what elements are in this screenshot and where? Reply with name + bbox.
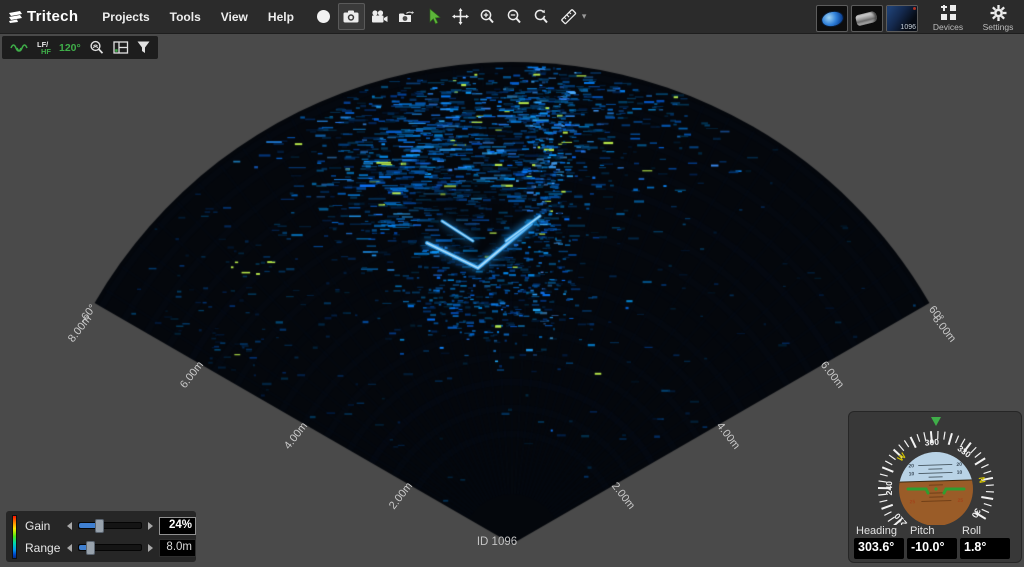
device-badge: 1096 [900, 24, 916, 31]
record-icon [317, 10, 330, 23]
sonar-id-label: ID 1096 [447, 536, 547, 548]
media-library-button[interactable] [394, 4, 419, 29]
settings-button[interactable]: Settings [978, 5, 1018, 32]
main-menu: Projects Tools View Help [92, 10, 304, 24]
snapshot-button[interactable] [338, 3, 365, 30]
tritech-logo-icon [8, 10, 23, 23]
measure-dropdown-caret[interactable]: ▾ [582, 11, 587, 22]
display-controls-panel: Gain 24% Range 8.0m [6, 511, 196, 562]
svg-text:10: 10 [909, 471, 915, 477]
app-title: Tritech [27, 8, 78, 25]
frequency-waveform-icon[interactable] [10, 41, 29, 55]
gear-icon [990, 5, 1007, 21]
devices-grid-icon [940, 5, 957, 21]
menu-tools[interactable]: Tools [160, 10, 211, 24]
zoom-in-button[interactable] [475, 4, 500, 29]
device-thumbnails: 1096 [816, 5, 918, 32]
acoustic-zoom-icon[interactable] [89, 40, 105, 55]
gain-slider[interactable] [78, 522, 142, 529]
range-increase-arrow[interactable] [148, 544, 153, 552]
attitude-indicator: 202010102525 210240W300330N30 [849, 413, 1021, 525]
range-label: Range [25, 541, 67, 555]
gain-row: Gain 24% [25, 516, 196, 535]
gain-slider-handle[interactable] [95, 519, 104, 533]
app-logo: Tritech [8, 8, 78, 25]
svg-text:25: 25 [910, 499, 916, 505]
frequency-toggle[interactable]: LF/ HF [37, 41, 51, 55]
video-camera-icon [371, 10, 388, 23]
measure-tool-button[interactable] [556, 4, 581, 29]
colormap-bar[interactable] [12, 515, 17, 559]
svg-text:330: 330 [956, 443, 974, 460]
layout-grid-icon[interactable] [113, 41, 129, 54]
svg-text:300: 300 [924, 437, 939, 448]
transducer-icon [855, 10, 878, 26]
zoom-reset-icon [533, 9, 549, 25]
video-record-button[interactable] [367, 4, 392, 29]
svg-text:20: 20 [908, 463, 914, 469]
pitch-label: Pitch [910, 525, 934, 537]
svg-text:30: 30 [969, 507, 983, 520]
cursor-icon [426, 8, 441, 25]
media-folder-icon [398, 10, 415, 23]
application-window: Tritech Projects Tools View Help [0, 0, 1024, 567]
toolbar: ▾ [310, 3, 589, 30]
zoom-reset-button[interactable] [529, 4, 554, 29]
menu-view[interactable]: View [211, 10, 258, 24]
zoom-in-icon [479, 9, 495, 25]
svg-text:N: N [977, 476, 988, 484]
gain-label: Gain [25, 519, 67, 533]
devices-button[interactable]: Devices [928, 5, 968, 32]
status-dot [913, 7, 916, 10]
svg-text:210: 210 [892, 511, 909, 525]
range-value: 8.0m [159, 539, 196, 557]
devices-label: Devices [933, 22, 963, 32]
pan-move-icon [452, 8, 469, 25]
sonar-toolbar: LF/ HF 120° [2, 36, 158, 59]
menu-bar: Tritech Projects Tools View Help [0, 0, 1024, 34]
record-button[interactable] [311, 4, 336, 29]
svg-text:20: 20 [956, 462, 962, 468]
heading-label: Heading [856, 525, 897, 537]
zoom-out-icon [506, 9, 522, 25]
camera-icon [343, 10, 359, 23]
svg-text:25: 25 [958, 498, 964, 504]
range-slider[interactable] [78, 544, 142, 551]
zoom-out-button[interactable] [502, 4, 527, 29]
range-decrease-arrow[interactable] [67, 544, 72, 552]
gain-decrease-arrow[interactable] [67, 522, 72, 530]
svg-text:240: 240 [884, 481, 894, 496]
menu-projects[interactable]: Projects [92, 10, 159, 24]
filter-icon[interactable] [137, 41, 150, 54]
device-cluster: 1096 Devices [816, 2, 1018, 32]
menu-help[interactable]: Help [258, 10, 304, 24]
device-thumb-sonar-1096[interactable]: 1096 [886, 5, 918, 32]
device-thumb-gemini-disc[interactable] [816, 5, 848, 32]
ruler-icon [560, 8, 577, 25]
cursor-tool-button[interactable] [421, 4, 446, 29]
heading-value: 303.6° [854, 538, 904, 559]
roll-value: 1.8° [960, 538, 1010, 559]
pan-tool-button[interactable] [448, 4, 473, 29]
gain-increase-arrow[interactable] [148, 522, 153, 530]
range-row: Range 8.0m [25, 538, 196, 557]
roll-label: Roll [962, 525, 981, 537]
range-slider-handle[interactable] [86, 541, 95, 555]
pitch-value: -10.0° [907, 538, 957, 559]
settings-label: Settings [983, 22, 1014, 32]
device-thumb-transducer[interactable] [851, 5, 883, 32]
heading-pointer-icon [931, 417, 941, 426]
attitude-panel: 202010102525 210240W300330N30 Heading Pi… [848, 411, 1022, 563]
aperture-value: 120° [59, 42, 81, 54]
gain-value: 24% [159, 517, 196, 535]
freq-hf-label: HF [41, 48, 51, 55]
sonar-disc-icon [820, 8, 846, 28]
svg-text:10: 10 [957, 470, 963, 476]
